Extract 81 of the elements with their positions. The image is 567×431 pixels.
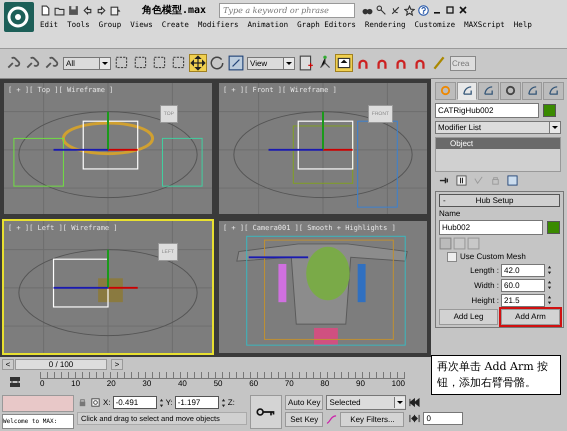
lock-icon [490, 174, 501, 186]
spinner-arrows-icon[interactable] [547, 295, 552, 306]
panel-tab[interactable] [522, 82, 542, 100]
set-keys-button[interactable] [250, 395, 282, 429]
parameter-label: Height : [471, 296, 499, 305]
move-icon[interactable] [190, 55, 206, 72]
y-label: Y: [166, 398, 173, 407]
frame-number: 30 [142, 379, 152, 388]
spinner-arrows-icon[interactable] [547, 280, 552, 290]
go-to-start-icon[interactable] [409, 397, 420, 408]
save-icon[interactable] [68, 4, 79, 16]
close-icon[interactable] [458, 5, 468, 15]
panel-tab[interactable] [456, 82, 478, 100]
panel-tab[interactable] [478, 82, 500, 100]
collapse-toggle[interactable]: - [443, 196, 446, 205]
name-field[interactable]: Hub002 [439, 220, 543, 235]
parameter-label: Length : [470, 266, 499, 275]
selection-filter-dropdown[interactable]: All [63, 56, 111, 70]
rollout-header[interactable]: - Hub Setup [439, 194, 560, 207]
redo-icon[interactable] [96, 4, 107, 16]
frame-number: 100 [392, 379, 405, 388]
key-filters-button[interactable]: Key Filters... [340, 412, 404, 427]
stack-item[interactable]: Object [436, 138, 560, 149]
annotation-callout: 再次单击 Add Arm 按钮，添加右臂骨骼。 [431, 355, 561, 395]
spinner-arrows-icon[interactable] [547, 265, 552, 276]
maximize-icon[interactable] [445, 5, 456, 15]
reference-coordinate-dropdown[interactable]: View [247, 56, 295, 70]
set-key-button[interactable]: Set Key [285, 412, 324, 427]
frame-number: 10 [71, 379, 80, 388]
highlighted-button[interactable]: Add Arm [501, 308, 560, 325]
mini-listener-field[interactable] [2, 395, 74, 412]
frame-number: 70 [284, 379, 294, 388]
object-name-field[interactable]: CATRigHub002 [435, 102, 539, 118]
help-icon[interactable] [418, 4, 430, 16]
curve-icon[interactable] [326, 414, 338, 425]
curve-icon [462, 85, 472, 96]
rotate-icon[interactable] [209, 55, 225, 72]
panel-tab[interactable] [543, 82, 564, 100]
key-icon [256, 407, 276, 417]
x-coordinate-field[interactable]: -0.491 [112, 396, 157, 409]
track-bar[interactable] [40, 372, 405, 380]
rollout-title: Hub Setup [476, 196, 514, 205]
auto-key-button[interactable]: Auto Key [285, 395, 324, 410]
panel-tab[interactable] [500, 82, 521, 100]
color-swatch[interactable] [547, 220, 560, 234]
search-field[interactable]: Type a keyword or phrase [219, 2, 356, 18]
frame-number: 20 [106, 379, 116, 388]
file-title: 角色模型.max [142, 4, 206, 17]
frame-number: 90 [356, 379, 365, 388]
undo-icon[interactable] [82, 4, 93, 16]
key-icon[interactable] [376, 4, 388, 16]
time-slider-thumb[interactable]: 0 / 100 [15, 358, 107, 370]
key-mode-dropdown[interactable]: Selected [326, 395, 406, 410]
name-label: Name [439, 208, 462, 218]
new-file-icon[interactable] [40, 4, 51, 16]
modifier-list-dropdown[interactable]: Modifier List [435, 120, 561, 134]
spinner-field[interactable]: 21.5 [501, 294, 545, 307]
show-end-result-icon[interactable] [456, 174, 467, 186]
spinner-field[interactable]: 42.0 [501, 264, 545, 277]
star-icon[interactable] [404, 4, 416, 16]
checkbox-label: Use Custom Mesh [460, 252, 526, 262]
frame-number: 40 [178, 379, 187, 388]
spinner-field[interactable]: 60.0 [501, 278, 545, 292]
x-label: X: [103, 398, 111, 407]
next-frame-button[interactable]: > [111, 358, 123, 370]
frame-number: 0 [40, 379, 44, 388]
previous-frame-button[interactable]: < [2, 358, 14, 370]
panel-button[interactable]: Add Leg [439, 308, 498, 325]
frame-number: 60 [249, 379, 258, 388]
spinner-arrows-icon[interactable] [158, 398, 164, 408]
parameter-label: Width : [474, 280, 499, 290]
color-swatch[interactable] [543, 104, 556, 117]
frame-number: 80 [320, 379, 330, 388]
y-coordinate-field[interactable]: -1.197 [174, 396, 219, 409]
current-frame-field[interactable]: 0 [423, 412, 464, 425]
z-label: Z: [228, 398, 235, 407]
app-logo-icon[interactable] [4, 2, 34, 32]
frame-number: 50 [214, 379, 222, 388]
target-icon [504, 85, 516, 96]
checkbox[interactable] [447, 252, 457, 262]
spinner-arrows-icon[interactable] [220, 398, 226, 408]
